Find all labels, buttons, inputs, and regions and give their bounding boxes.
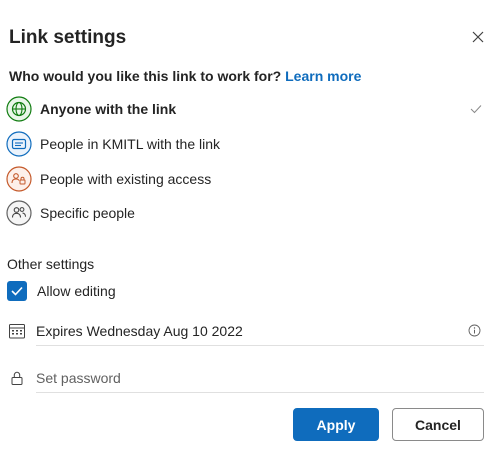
calendar-icon bbox=[9, 324, 25, 339]
info-icon[interactable] bbox=[468, 324, 481, 337]
option-specific-people[interactable]: Specific people bbox=[6, 199, 494, 227]
audience-question: Who would you like this link to work for… bbox=[9, 68, 361, 84]
expiration-row: Expires Wednesday Aug 10 2022 bbox=[6, 316, 484, 346]
checkmark-icon bbox=[470, 105, 482, 114]
option-label: Specific people bbox=[40, 205, 135, 221]
allow-editing-checkbox[interactable]: Allow editing bbox=[7, 280, 116, 302]
option-label: People in KMITL with the link bbox=[40, 136, 221, 152]
option-anyone-with-link[interactable]: Anyone with the link bbox=[6, 95, 494, 123]
cancel-button[interactable]: Cancel bbox=[392, 408, 484, 441]
allow-editing-label: Allow editing bbox=[37, 283, 116, 299]
apply-button[interactable]: Apply bbox=[293, 408, 379, 441]
audience-question-text: Who would you like this link to work for… bbox=[9, 68, 282, 84]
password-row: Set password bbox=[6, 363, 484, 393]
option-existing-access[interactable]: People with existing access bbox=[6, 165, 494, 193]
password-input[interactable]: Set password bbox=[36, 363, 484, 393]
link-settings-dialog: Link settings Who would you like this li… bbox=[0, 0, 500, 456]
option-label: Anyone with the link bbox=[40, 101, 177, 117]
option-people-in-org[interactable]: People in KMITL with the link bbox=[6, 130, 494, 158]
close-icon[interactable] bbox=[468, 27, 488, 47]
expiration-date-text: Expires Wednesday Aug 10 2022 bbox=[36, 322, 243, 339]
other-settings-heading: Other settings bbox=[7, 256, 95, 272]
dialog-title: Link settings bbox=[9, 27, 127, 48]
people-lock-icon bbox=[6, 166, 32, 192]
checkmark-icon bbox=[11, 286, 23, 296]
learn-more-link[interactable]: Learn more bbox=[285, 68, 361, 84]
people-icon bbox=[6, 200, 32, 226]
building-icon bbox=[6, 131, 32, 157]
lock-icon bbox=[11, 371, 23, 385]
password-placeholder: Set password bbox=[36, 369, 121, 386]
option-label: People with existing access bbox=[40, 171, 212, 187]
checkbox-checked[interactable] bbox=[7, 281, 27, 301]
globe-icon bbox=[6, 96, 32, 122]
expiration-date-field[interactable]: Expires Wednesday Aug 10 2022 bbox=[36, 316, 484, 346]
